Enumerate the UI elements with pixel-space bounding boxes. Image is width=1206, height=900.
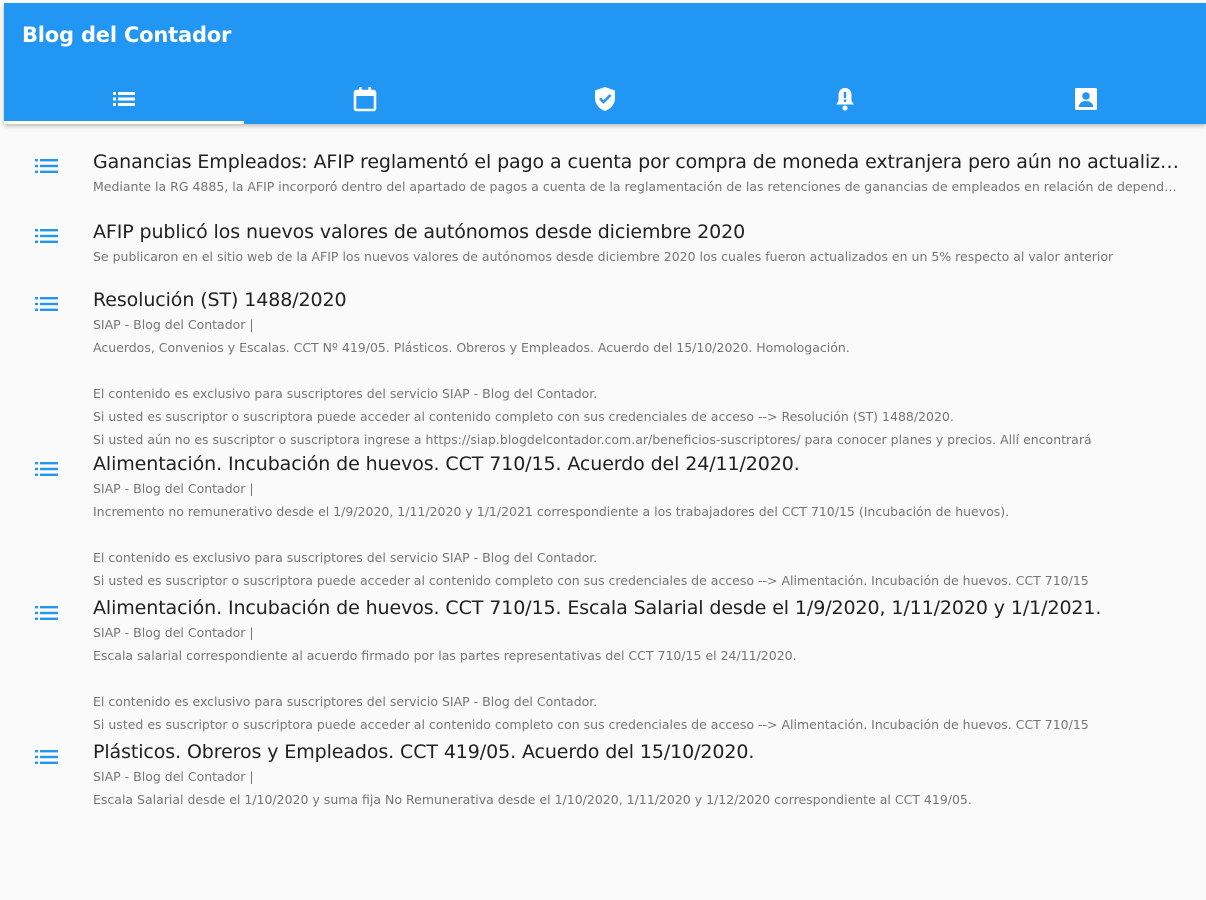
article-list: Ganancias Empleados: AFIP reglamentó el …: [0, 124, 1206, 900]
tab-bar: [4, 73, 1206, 124]
item-subscriber-note: El contenido es exclusivo para suscripto…: [93, 386, 598, 401]
item-subscriber-access: Si usted es suscriptor o suscriptora pue…: [93, 573, 1089, 588]
item-blank-line: [93, 359, 1182, 382]
list-icon: [35, 159, 58, 173]
calendar-icon: [353, 86, 376, 111]
app-bar: Blog del Contador: [4, 3, 1206, 124]
app-root: Blog del Contador Ganancias Empleados: A…: [0, 0, 1206, 900]
item-title: Resolución (ST) 1488/2020: [93, 289, 347, 311]
verified-shield-icon: [595, 86, 616, 111]
item-summary: Incremento no remunerativo desde el 1/9/…: [93, 504, 1010, 519]
item-subscriber-note: El contenido es exclusivo para suscripto…: [93, 550, 598, 565]
list-icon: [35, 606, 58, 620]
item-title: Ganancias Empleados: AFIP reglamentó el …: [93, 151, 1182, 173]
list-item[interactable]: Plásticos. Obreros y Empleados. CCT 419/…: [0, 736, 1206, 811]
item-source: SIAP - Blog del Contador |: [93, 625, 254, 640]
tab-contact[interactable]: [966, 73, 1206, 124]
list-icon: [35, 297, 58, 311]
tab-news[interactable]: [4, 73, 245, 124]
item-title: Alimentación. Incubación de huevos. CCT …: [93, 453, 800, 475]
item-source: SIAP - Blog del Contador |: [93, 317, 254, 332]
list-icon: [35, 462, 58, 476]
app-title: Blog del Contador: [22, 23, 232, 47]
item-title: Plásticos. Obreros y Empleados. CCT 419/…: [93, 741, 755, 763]
item-source: SIAP - Blog del Contador |: [93, 769, 254, 784]
item-subscriber-signup: Si usted aún no es suscriptor o suscript…: [93, 432, 1092, 447]
item-summary: Mediante la RG 4885, la AFIP incorporó d…: [93, 179, 1182, 194]
list-item[interactable]: Resolución (ST) 1488/2020 SIAP - Blog de…: [0, 268, 1206, 451]
item-blank-line: [93, 667, 1182, 690]
list-item[interactable]: Alimentación. Incubación de huevos. CCT …: [0, 451, 1206, 592]
contact-card-icon: [1074, 87, 1097, 110]
bell-alert-icon: [836, 87, 855, 111]
list-icon: [35, 750, 58, 764]
item-source: SIAP - Blog del Contador |: [93, 481, 254, 496]
list-item[interactable]: Ganancias Empleados: AFIP reglamentó el …: [0, 124, 1206, 198]
tab-calendar[interactable]: [244, 73, 484, 124]
item-subscriber-access: Si usted es suscriptor o suscriptora pue…: [93, 717, 1089, 732]
tab-alerts[interactable]: [725, 73, 965, 124]
item-subscriber-note: El contenido es exclusivo para suscripto…: [93, 694, 598, 709]
list-icon: [35, 229, 58, 243]
item-title: AFIP publicó los nuevos valores de autón…: [93, 221, 746, 243]
item-summary: Se publicaron en el sitio web de la AFIP…: [93, 249, 1114, 264]
item-summary: Escala salarial correspondiente al acuer…: [93, 648, 797, 663]
item-summary: Escala Salarial desde el 1/10/2020 y sum…: [93, 792, 972, 807]
item-subscriber-access: Si usted es suscriptor o suscriptora pue…: [93, 409, 954, 424]
item-summary: Acuerdos, Convenios y Escalas. CCT Nº 41…: [93, 340, 850, 355]
list-item[interactable]: Alimentación. Incubación de huevos. CCT …: [0, 592, 1206, 736]
list-item[interactable]: AFIP publicó los nuevos valores de autón…: [0, 198, 1206, 268]
item-blank-line: [93, 523, 1182, 546]
item-title: Alimentación. Incubación de huevos. CCT …: [93, 597, 1102, 619]
list-icon: [113, 91, 136, 106]
tab-verified[interactable]: [485, 73, 725, 124]
